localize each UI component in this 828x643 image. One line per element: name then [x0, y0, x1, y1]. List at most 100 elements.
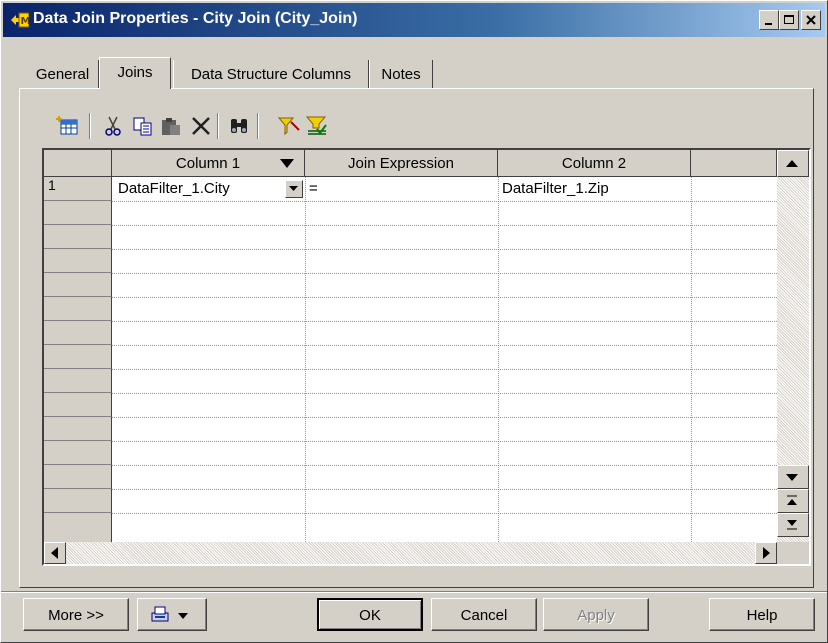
toolbar-separator — [257, 113, 259, 139]
close-icon — [806, 15, 816, 25]
scroll-right-button[interactable] — [755, 542, 777, 564]
tab-notes[interactable]: Notes — [369, 60, 433, 88]
cancel-button-label: Cancel — [460, 607, 508, 624]
ok-button-label: OK — [359, 607, 381, 624]
scroll-down-button[interactable] — [777, 465, 809, 489]
row-header[interactable] — [44, 321, 112, 345]
print-icon — [151, 606, 188, 622]
arrow-left-icon — [51, 547, 58, 559]
cell-dropdown-button[interactable] — [285, 180, 303, 198]
filter-icon[interactable] — [277, 114, 301, 138]
arrow-right-icon — [763, 547, 770, 559]
ok-button[interactable]: OK — [317, 598, 423, 631]
delete-icon[interactable] — [189, 114, 213, 138]
row-header[interactable] — [44, 249, 112, 273]
grid-line — [112, 393, 777, 394]
more-button[interactable]: More >> — [23, 598, 129, 631]
row-header[interactable] — [44, 297, 112, 321]
grid-line — [112, 201, 777, 202]
divider — [1, 591, 827, 593]
close-button[interactable] — [801, 10, 821, 30]
sort-down-icon — [280, 159, 294, 168]
cancel-button[interactable]: Cancel — [431, 598, 537, 631]
cell-join-expression[interactable]: = — [309, 180, 318, 197]
find-icon[interactable] — [227, 114, 251, 138]
cell-column-1[interactable]: DataFilter_1.City — [118, 180, 230, 197]
grid-line — [112, 225, 777, 226]
row-header[interactable] — [44, 513, 112, 542]
row-header[interactable] — [44, 369, 112, 393]
scroll-page-up-button[interactable] — [777, 489, 809, 513]
column-header-column-1-label: Column 1 — [175, 155, 241, 172]
column-header-column-2-label: Column 2 — [561, 155, 627, 172]
grid-line — [691, 177, 692, 542]
cut-icon[interactable] — [101, 114, 125, 138]
tab-data-structure-columns[interactable]: Data Structure Columns — [173, 60, 369, 88]
toolbar-separator — [217, 113, 219, 139]
arrow-down-icon — [786, 474, 798, 481]
scroll-page-down-button[interactable] — [777, 513, 809, 537]
arrow-up-icon — [786, 160, 798, 167]
grid-line — [112, 465, 777, 466]
paste-icon[interactable] — [159, 114, 183, 138]
grid-line — [112, 345, 777, 346]
add-row-icon[interactable] — [55, 114, 79, 138]
row-header[interactable] — [44, 465, 112, 489]
grid-line — [112, 273, 777, 274]
row-number: 1 — [48, 177, 56, 193]
grid-line — [112, 249, 777, 250]
row-header[interactable] — [44, 489, 112, 513]
title-bar[interactable]: M Data Join Properties - City Join (City… — [3, 3, 825, 37]
grid-line — [305, 177, 306, 542]
row-header[interactable] — [44, 201, 112, 225]
grid-line — [112, 321, 777, 322]
row-header[interactable] — [44, 273, 112, 297]
window-title: Data Join Properties - City Join (City_J… — [33, 10, 358, 27]
grid-line — [112, 513, 777, 514]
grid-line — [112, 441, 777, 442]
row-header[interactable] — [44, 225, 112, 249]
horizontal-scrollbar[interactable] — [44, 542, 777, 564]
maximize-button[interactable] — [779, 10, 799, 30]
data-join-icon: M — [11, 11, 31, 29]
joins-grid[interactable]: Column 1 Join Expression Column 2 1 Data… — [42, 148, 811, 566]
toolbar-separator — [89, 113, 91, 139]
grid-line — [112, 369, 777, 370]
grid-line — [112, 489, 777, 490]
customize-columns-icon[interactable] — [305, 114, 329, 138]
row-header[interactable] — [44, 345, 112, 369]
tab-joins-label: Joins — [117, 64, 153, 81]
column-header-join-expression[interactable]: Join Expression — [305, 150, 498, 177]
tab-general-label: General — [35, 66, 90, 83]
apply-button-label: Apply — [577, 607, 615, 624]
data-join-properties-window: M Data Join Properties - City Join (City… — [0, 0, 828, 643]
grid-line — [112, 297, 777, 298]
svg-text:M: M — [21, 16, 30, 27]
scroll-left-button[interactable] — [44, 542, 66, 564]
help-button-label: Help — [746, 607, 778, 624]
tab-data-structure-columns-label: Data Structure Columns — [190, 66, 352, 83]
row-header-corner — [44, 150, 112, 177]
scroll-up-button[interactable] — [777, 150, 809, 177]
help-button[interactable]: Help — [709, 598, 815, 631]
column-header-column-2[interactable]: Column 2 — [498, 150, 691, 177]
print-menu-button[interactable] — [137, 598, 207, 631]
row-header[interactable]: 1 — [44, 177, 112, 201]
row-header[interactable] — [44, 417, 112, 441]
arrow-up-icon — [787, 495, 797, 505]
tab-general[interactable]: General — [27, 60, 99, 88]
chevron-down-icon — [289, 186, 298, 191]
tab-joins[interactable]: Joins — [99, 57, 171, 89]
copy-icon[interactable] — [131, 114, 155, 138]
grid-line — [112, 417, 777, 418]
more-button-label: More >> — [48, 607, 104, 624]
column-header-join-expression-label: Join Expression — [348, 155, 454, 172]
tab-notes-label: Notes — [381, 66, 421, 83]
minimize-button[interactable] — [759, 10, 779, 30]
arrow-down-icon — [787, 520, 797, 530]
row-header[interactable] — [44, 393, 112, 417]
row-header[interactable] — [44, 441, 112, 465]
column-header-column-1[interactable]: Column 1 — [112, 150, 305, 177]
cell-column-2[interactable]: DataFilter_1.Zip — [502, 180, 609, 197]
apply-button[interactable]: Apply — [543, 598, 649, 631]
